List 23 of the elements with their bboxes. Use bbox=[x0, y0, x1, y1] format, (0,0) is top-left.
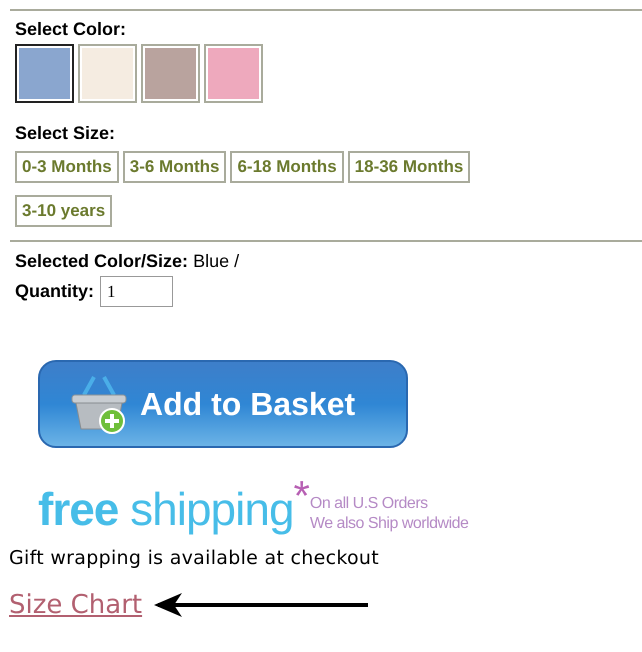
asterisk-mark: * bbox=[294, 476, 310, 516]
quantity-label: Quantity: bbox=[15, 280, 94, 303]
arrow-icon bbox=[154, 592, 368, 616]
select-size-label: Select Size: bbox=[15, 122, 116, 145]
quantity-input[interactable]: 1 bbox=[100, 276, 173, 307]
size-option[interactable]: 18-36 Months bbox=[348, 151, 470, 183]
size-option[interactable]: 3-6 Months bbox=[122, 151, 226, 183]
size-option[interactable]: 0-3 Months bbox=[15, 151, 119, 183]
gift-wrapping-note: Gift wrapping is available at checkout bbox=[9, 546, 380, 571]
color-swatch[interactable] bbox=[141, 44, 200, 103]
size-option[interactable]: 6-18 Months bbox=[230, 151, 344, 183]
free-shipping-text: free shipping bbox=[38, 482, 294, 536]
select-color-label: Select Color: bbox=[15, 18, 128, 41]
selection-value: Blue / bbox=[193, 250, 240, 273]
color-swatch[interactable] bbox=[15, 44, 74, 103]
size-option[interactable]: 3-10 years bbox=[15, 195, 112, 227]
color-swatch[interactable] bbox=[78, 44, 137, 103]
size-chart-link[interactable]: Size Chart bbox=[9, 588, 142, 620]
color-swatch[interactable] bbox=[204, 44, 263, 103]
add-to-basket-button[interactable]: Add to Basket bbox=[38, 360, 408, 448]
shipping-note: We also Ship worldwide bbox=[310, 514, 468, 534]
shipping-note: On all U.S Orders bbox=[310, 494, 429, 514]
selection-label: Selected Color/Size: bbox=[15, 250, 188, 273]
